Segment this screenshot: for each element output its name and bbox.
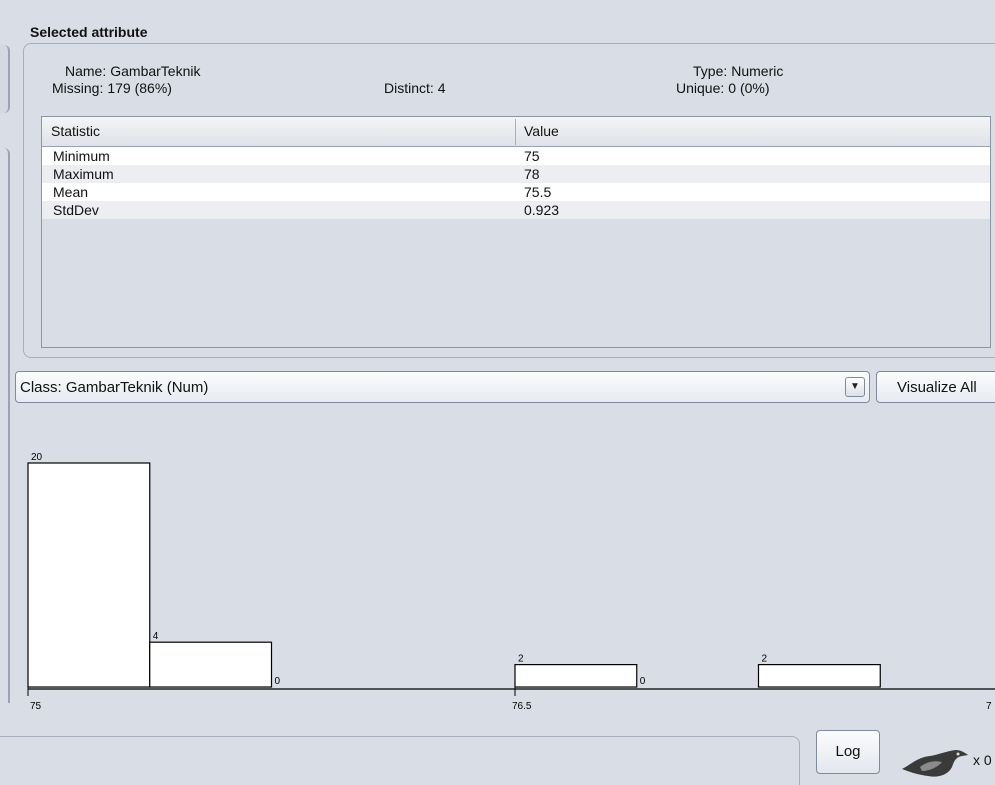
status-count: x 0 [973, 752, 992, 768]
bar-count-label: 20 [31, 452, 43, 463]
histogram-bar [27, 462, 151, 688]
distinct-value: 4 [437, 80, 446, 96]
class-attribute-dropdown[interactable]: Class: GambarTeknik (Num) ▼ [15, 371, 870, 403]
missing-label: Missing: [52, 80, 104, 96]
bar-count-label: 0 [275, 676, 281, 687]
visualize-all-button[interactable]: Visualize All [876, 371, 995, 403]
attribute-type: Type: Numeric [693, 63, 783, 79]
value-cell: 0.923 [524, 202, 560, 218]
left-panel-edge [0, 45, 10, 113]
attribute-unique: Unique: 0 (0%) [676, 80, 770, 96]
value-cell: 78 [524, 166, 540, 182]
bar-count-label: 2 [762, 654, 768, 665]
table-header: Statistic Value [42, 117, 990, 147]
log-button[interactable]: Log [816, 730, 880, 774]
type-value: Numeric [731, 63, 784, 79]
value-cell: 75 [524, 148, 540, 164]
unique-value: 0 (0%) [728, 80, 770, 96]
histogram-bar [514, 664, 638, 688]
attribute-name: Name: GambarTeknik [65, 63, 201, 79]
x-tick-label: 7 [986, 701, 992, 712]
x-tick-label: 75 [30, 701, 42, 712]
histogram-bar [757, 664, 881, 688]
column-divider[interactable] [515, 119, 516, 145]
histogram-bar [149, 641, 273, 688]
distinct-label: Distinct: [384, 80, 434, 96]
x-tick-label: 76.5 [512, 701, 532, 712]
bar-count-label: 0 [640, 676, 646, 687]
table-row[interactable]: Minimum 75 [42, 147, 990, 165]
type-label: Type: [693, 63, 728, 79]
name-label: Name: [65, 63, 107, 79]
bar-count-label: 2 [518, 654, 524, 665]
weka-preprocess-panel: Selected attribute Name: GambarTeknik Mis… [0, 0, 995, 785]
column-header-value[interactable]: Value [524, 123, 559, 139]
status-bar [0, 736, 800, 785]
name-value: GambarTeknik [110, 63, 201, 79]
column-header-statistic[interactable]: Statistic [51, 123, 100, 139]
attribute-distinct: Distinct: 4 [384, 80, 446, 96]
statistic-cell: Minimum [53, 148, 110, 164]
value-cell: 75.5 [524, 184, 552, 200]
statistic-cell: StdDev [53, 202, 99, 218]
unique-label: Unique: [676, 80, 725, 96]
missing-value: 179 (86%) [107, 80, 172, 96]
table-row[interactable]: StdDev 0.923 [42, 201, 990, 219]
selected-attribute-title: Selected attribute [30, 24, 148, 40]
class-dropdown-value: Class: GambarTeknik (Num) [20, 379, 209, 396]
table-row[interactable]: Mean 75.5 [42, 183, 990, 201]
table-body: Minimum 75 Maximum 78 Mean 75.5 StdDev 0… [42, 147, 990, 219]
statistic-cell: Mean [53, 184, 89, 200]
statistic-cell: Maximum [53, 166, 114, 182]
histogram-chart[interactable]: 204020275 76.5 7 [0, 410, 995, 715]
bar-count-label: 4 [153, 631, 159, 642]
chevron-down-icon[interactable]: ▼ [845, 377, 865, 397]
attribute-missing: Missing: 179 (86%) [52, 80, 172, 96]
statistics-table[interactable]: Statistic Value Minimum 75 Maximum 78 Me… [41, 116, 991, 348]
table-row[interactable]: Maximum 78 [42, 165, 990, 183]
weka-bird-icon[interactable] [900, 745, 972, 781]
